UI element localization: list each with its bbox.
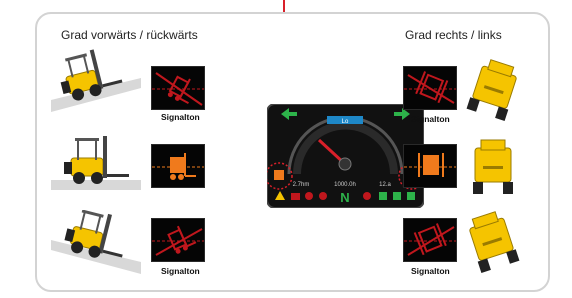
lcd-readout-text: Lo	[342, 119, 349, 125]
tilt-indicator-side-alert	[403, 66, 457, 110]
forklift-level-illustration	[51, 136, 141, 190]
heading-right-left: Grad rechts / links	[405, 28, 502, 42]
forklift-upright-illustration	[473, 139, 513, 194]
dashboard-display: Lo 2.7hm 1000.0h 12.a N	[267, 104, 424, 208]
oil-icon	[319, 192, 327, 200]
lamp-icon	[393, 192, 401, 200]
forklift-uphill-illustration	[51, 49, 141, 112]
signal-tone-caption: Signalton	[161, 266, 200, 276]
hours-left-readout: 2.7hm	[293, 182, 310, 188]
signal-tone-caption: Signalton	[411, 114, 450, 124]
tilt-indicator-side-alert-opposite	[403, 218, 457, 262]
temperature-icon	[379, 192, 387, 200]
forklift-downhill-illustration	[51, 210, 141, 274]
tilt-indicator-forward-level	[151, 144, 205, 188]
signal-tone-caption: Signalton	[161, 112, 200, 122]
forklift-side-tilt-opposite-illustration	[469, 211, 520, 274]
tilt-indicator-forward-alert	[151, 66, 205, 110]
tilt-indicator-panel: Grad vorwärts / rückwärts Grad rechts / …	[35, 12, 550, 292]
hours-right-readout: 12.a	[379, 182, 391, 188]
forward-tilt-icon	[274, 170, 284, 180]
brake-icon	[305, 192, 313, 200]
fuel-icon	[407, 192, 415, 200]
battery-icon	[291, 193, 300, 200]
heading-forward-backward: Grad vorwärts / rückwärts	[61, 28, 198, 42]
hours-mid-readout: 1000.0h	[334, 182, 356, 188]
signal-tone-caption: Signalton	[411, 266, 450, 276]
forklift-side-tilt-illustration	[466, 59, 517, 122]
gear-indicator: N	[340, 190, 349, 205]
seatbelt-icon	[363, 192, 371, 200]
tilt-indicator-side-level	[403, 144, 457, 188]
tilt-indicator-backward-alert	[151, 218, 205, 262]
